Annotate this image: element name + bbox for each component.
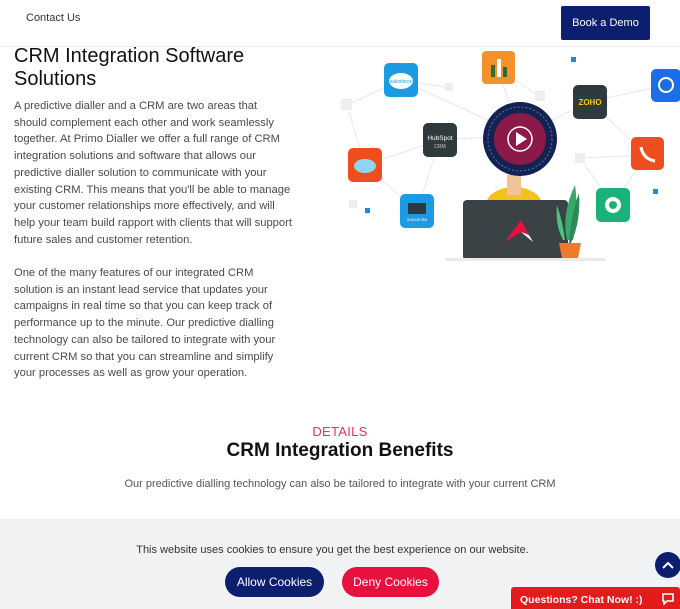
svg-text:CRM: CRM (434, 144, 445, 150)
intro-paragraph: A predictive dialler and a CRM are two a… (14, 100, 292, 246)
analytics-icon (482, 51, 515, 84)
features-paragraph: One of the many features of our integrat… (14, 267, 276, 380)
scroll-to-top-button[interactable] (655, 552, 680, 578)
chat-label: Questions? Chat Now! :) (520, 594, 643, 606)
cookie-message: This website uses cookies to ensure you … (136, 544, 529, 556)
details-kicker: DETAILS (312, 424, 368, 439)
phone-icon (651, 69, 680, 102)
zoho-icon: ZOHO (573, 85, 607, 119)
hubspot-icon: HubSpot CRM (423, 123, 457, 157)
phone-call-icon (631, 137, 664, 170)
book-demo-button[interactable]: Book a Demo (561, 6, 650, 40)
deny-cookies-button[interactable]: Deny Cookies (342, 567, 439, 597)
svg-text:SUGARCRM: SUGARCRM (407, 218, 428, 222)
crm-integration-illustration: salesforce ZOHO HubSpot CRM SUGARCRM (335, 45, 680, 270)
page-title: CRM Integration Software Solutions (14, 45, 245, 90)
chat-widget[interactable]: Questions? Chat Now! :) (511, 587, 680, 609)
benefits-subtitle: Our predictive dialling technology can a… (124, 478, 556, 490)
chevron-up-icon (662, 561, 674, 569)
video-play-icon (483, 102, 557, 176)
svg-text:HubSpot: HubSpot (427, 135, 452, 142)
cloud-icon (348, 148, 382, 182)
chat-bubble-icon (662, 593, 674, 605)
svg-text:ZOHO: ZOHO (578, 98, 601, 107)
nav-contact-us[interactable]: Contact Us (26, 12, 80, 24)
svg-text:salesforce: salesforce (390, 79, 413, 85)
allow-cookies-button[interactable]: Allow Cookies (225, 567, 324, 597)
green-chat-icon (596, 188, 630, 222)
salesforce-icon: salesforce (384, 63, 418, 97)
plant-icon (556, 185, 581, 258)
laptop-icon (445, 200, 605, 261)
sugarcrm-icon: SUGARCRM (400, 194, 434, 228)
benefits-title: CRM Integration Benefits (226, 440, 454, 461)
site-header: Contact Us Book a Demo (0, 0, 680, 47)
